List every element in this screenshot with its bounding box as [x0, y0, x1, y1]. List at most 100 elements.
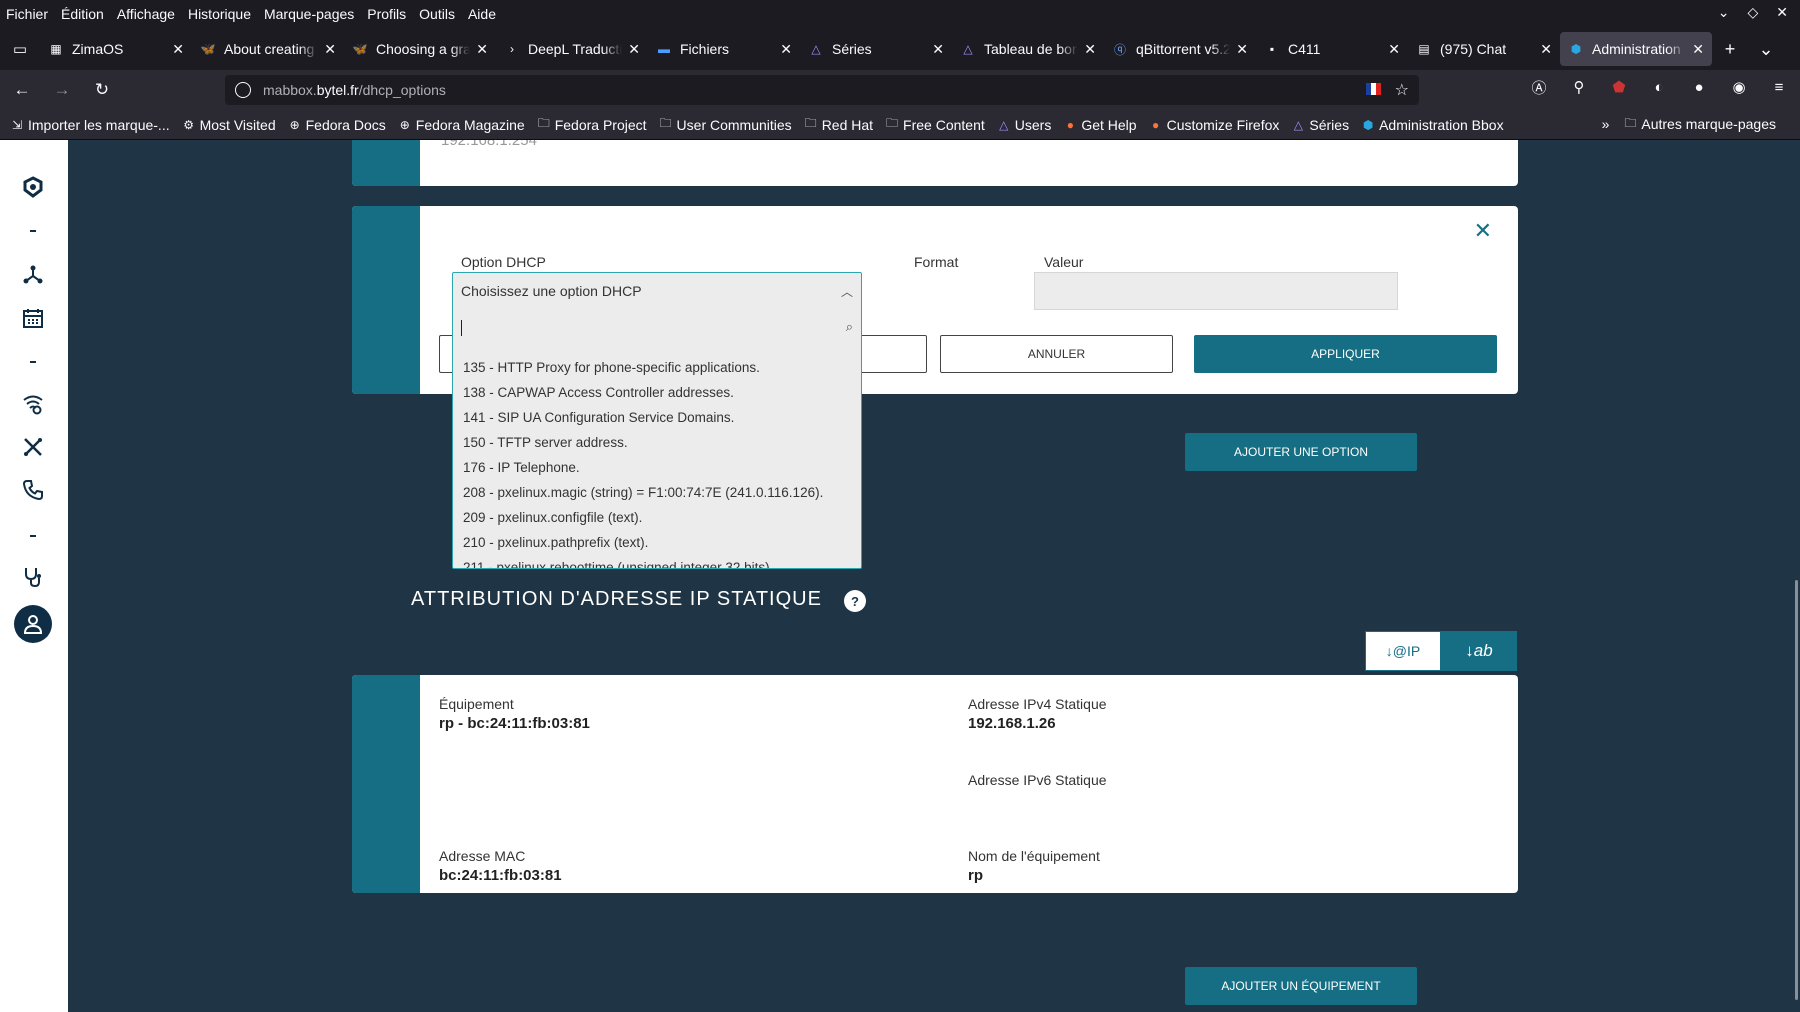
- close-tab-icon[interactable]: ✕: [628, 41, 640, 58]
- url-bar[interactable]: mabbox. bytel.fr/dhcp_options ☆: [225, 75, 1419, 105]
- menu-fichier[interactable]: Fichier: [6, 6, 48, 22]
- bookmark-12[interactable]: ⬢ Administration Bbox: [1361, 117, 1504, 133]
- sort-by-ip-button[interactable]: ↓@IP: [1365, 631, 1441, 671]
- tab-2[interactable]: 🦋 Choosing a grap ✕: [344, 32, 496, 66]
- chevron-up-icon[interactable]: ︿: [841, 283, 853, 300]
- new-tab-icon[interactable]: +: [1712, 28, 1748, 70]
- tab-6[interactable]: △ Tableau de bord ✕: [952, 32, 1104, 66]
- back-arrow-icon[interactable]: ←: [4, 74, 40, 106]
- close-tab-icon[interactable]: ✕: [172, 41, 184, 58]
- menu-marque-pages[interactable]: Marque-pages: [264, 6, 354, 22]
- extension-circle-icon[interactable]: ◉: [1730, 78, 1748, 96]
- bookmark-star-icon[interactable]: ☆: [1395, 80, 1409, 100]
- dropdown-option[interactable]: 176 - IP Telephone.: [453, 455, 861, 480]
- close-form-icon[interactable]: ✕: [1474, 218, 1492, 244]
- sort-alphabetical-button[interactable]: ↓ab: [1441, 631, 1517, 671]
- menu-outils[interactable]: Outils: [419, 6, 455, 22]
- value-input[interactable]: [1034, 272, 1398, 310]
- tab-label: Choosing a grap: [376, 41, 471, 57]
- bookmark-9[interactable]: ● Get Help: [1063, 117, 1137, 133]
- hamburger-menu-icon[interactable]: ≡: [1770, 78, 1788, 96]
- reload-icon[interactable]: ↻: [84, 74, 120, 106]
- close-tab-icon[interactable]: ✕: [324, 41, 336, 58]
- extensions-icon[interactable]: ⚲: [1570, 78, 1588, 96]
- menu-profils[interactable]: Profils: [367, 6, 406, 22]
- close-tab-icon[interactable]: ✕: [1236, 41, 1248, 58]
- extension-dot-icon[interactable]: ●: [1690, 78, 1708, 96]
- tab-8[interactable]: ▪ C411 ✕: [1256, 32, 1408, 66]
- tab-7[interactable]: ⓠ qBittorrent v5.2 ✕: [1104, 32, 1256, 66]
- bookmark-8[interactable]: △ Users: [997, 117, 1051, 133]
- bbox-logo-icon[interactable]: [18, 172, 48, 202]
- menu-aide[interactable]: Aide: [468, 6, 496, 22]
- calendar-icon[interactable]: [18, 303, 48, 333]
- close-tab-icon[interactable]: ✕: [780, 41, 792, 58]
- diagnostic-stethoscope-icon[interactable]: [18, 562, 48, 592]
- bookmark-2[interactable]: ⊕ Fedora Docs: [288, 117, 386, 133]
- tab-list-icon[interactable]: ▭: [0, 28, 40, 70]
- wifi-settings-icon[interactable]: [18, 390, 48, 420]
- menu-historique[interactable]: Historique: [188, 6, 251, 22]
- bookmark-6[interactable]: 🗀 Red Hat: [804, 116, 873, 133]
- navigation-toolbar: ← → ↻ mabbox. bytel.fr/dhcp_options ☆ Ⓐ ⚲…: [0, 70, 1800, 110]
- bookmarks-overflow-icon[interactable]: »: [1602, 116, 1610, 132]
- dropdown-option[interactable]: 135 - HTTP Proxy for phone-specific appl…: [453, 355, 861, 380]
- close-tab-icon[interactable]: ✕: [1692, 41, 1704, 58]
- other-bookmarks[interactable]: 🗀 Autres marque-pages: [1623, 116, 1776, 133]
- site-info-icon[interactable]: [235, 82, 251, 98]
- close-tab-icon[interactable]: ✕: [476, 41, 488, 58]
- french-flag-icon[interactable]: [1366, 83, 1381, 95]
- network-icon[interactable]: [18, 260, 48, 290]
- phone-icon[interactable]: [18, 475, 48, 505]
- tab-5[interactable]: △ Séries ✕: [800, 32, 952, 66]
- help-icon[interactable]: ?: [844, 590, 866, 612]
- cancel-button[interactable]: ANNULER: [940, 335, 1173, 373]
- bookmark-5[interactable]: 🗀 User Communities: [659, 116, 792, 133]
- tab-overflow-icon[interactable]: ⌄: [1748, 28, 1784, 70]
- maximize-icon[interactable]: ◇: [1747, 4, 1758, 21]
- dropdown-option[interactable]: 150 - TFTP server address.: [453, 430, 861, 455]
- dropdown-option[interactable]: 211 - pxelinux.reboottime (unsigned inte…: [453, 555, 861, 568]
- dropdown-option[interactable]: 138 - CAPWAP Access Controller addresses…: [453, 380, 861, 405]
- close-window-icon[interactable]: ✕: [1776, 4, 1788, 21]
- close-tab-icon[interactable]: ✕: [1388, 41, 1400, 58]
- close-tab-icon[interactable]: ✕: [1084, 41, 1096, 58]
- bookmark-1[interactable]: ⚙ Most Visited: [182, 117, 275, 133]
- add-equipment-button[interactable]: AJOUTER UN ÉQUIPEMENT: [1185, 967, 1417, 1005]
- bookmark-0[interactable]: ⇲ Importer les marque-...: [10, 117, 170, 133]
- zimaos-icon: ▦: [50, 42, 62, 56]
- tab-3[interactable]: › DeepL Traductio ✕: [496, 32, 648, 66]
- dropdown-option[interactable]: 208 - pxelinux.magic (string) = F1:00:74…: [453, 480, 861, 505]
- tab-9[interactable]: ▤ (975) Chat ✕: [1408, 32, 1560, 66]
- bookmark-11[interactable]: △ Séries: [1291, 117, 1349, 133]
- close-tab-icon[interactable]: ✕: [932, 41, 944, 58]
- dropdown-selected[interactable]: Choisissez une option DHCP ︿: [453, 273, 861, 309]
- tools-icon[interactable]: [18, 432, 48, 462]
- menu-edition[interactable]: Édition: [61, 6, 104, 22]
- bookmark-7[interactable]: 🗀 Free Content: [885, 116, 985, 133]
- ublock-icon[interactable]: ⬟: [1610, 78, 1628, 96]
- dhcp-option-dropdown[interactable]: Choisissez une option DHCP ︿ ⌕ 135 - HTT…: [452, 272, 862, 569]
- dropdown-option[interactable]: 209 - pxelinux.configfile (text).: [453, 505, 861, 530]
- forward-arrow-icon[interactable]: →: [44, 74, 80, 106]
- tab-4[interactable]: ▬ Fichiers ✕: [648, 32, 800, 66]
- dropdown-option[interactable]: 141 - SIP UA Configuration Service Domai…: [453, 405, 861, 430]
- user-account-icon[interactable]: [14, 605, 52, 643]
- bookmark-4[interactable]: 🗀 Fedora Project: [537, 116, 647, 133]
- extension-icon[interactable]: ◐: [1650, 78, 1668, 96]
- minimize-icon[interactable]: ⌄: [1718, 4, 1730, 21]
- tab-10[interactable]: ⬢ Administration ✕: [1560, 32, 1712, 66]
- dropdown-option[interactable]: 210 - pxelinux.pathprefix (text).: [453, 530, 861, 555]
- menu-affichage[interactable]: Affichage: [117, 6, 175, 22]
- close-tab-icon[interactable]: ✕: [1540, 41, 1552, 58]
- tab-0[interactable]: ▦ ZimaOS ✕: [40, 32, 192, 66]
- bookmark-10[interactable]: ● Customize Firefox: [1149, 117, 1279, 133]
- bookmark-3[interactable]: ⊕ Fedora Magazine: [398, 117, 525, 133]
- apply-button[interactable]: APPLIQUER: [1194, 335, 1497, 373]
- add-option-button[interactable]: AJOUTER UNE OPTION: [1185, 433, 1417, 471]
- account-icon[interactable]: Ⓐ: [1530, 78, 1548, 97]
- page-scrollbar[interactable]: [1795, 580, 1798, 1000]
- sidebar-separator: [18, 227, 48, 235]
- tab-1[interactable]: 🦋 About creating ✕: [192, 32, 344, 66]
- dropdown-search-input[interactable]: ⌕: [461, 313, 853, 343]
